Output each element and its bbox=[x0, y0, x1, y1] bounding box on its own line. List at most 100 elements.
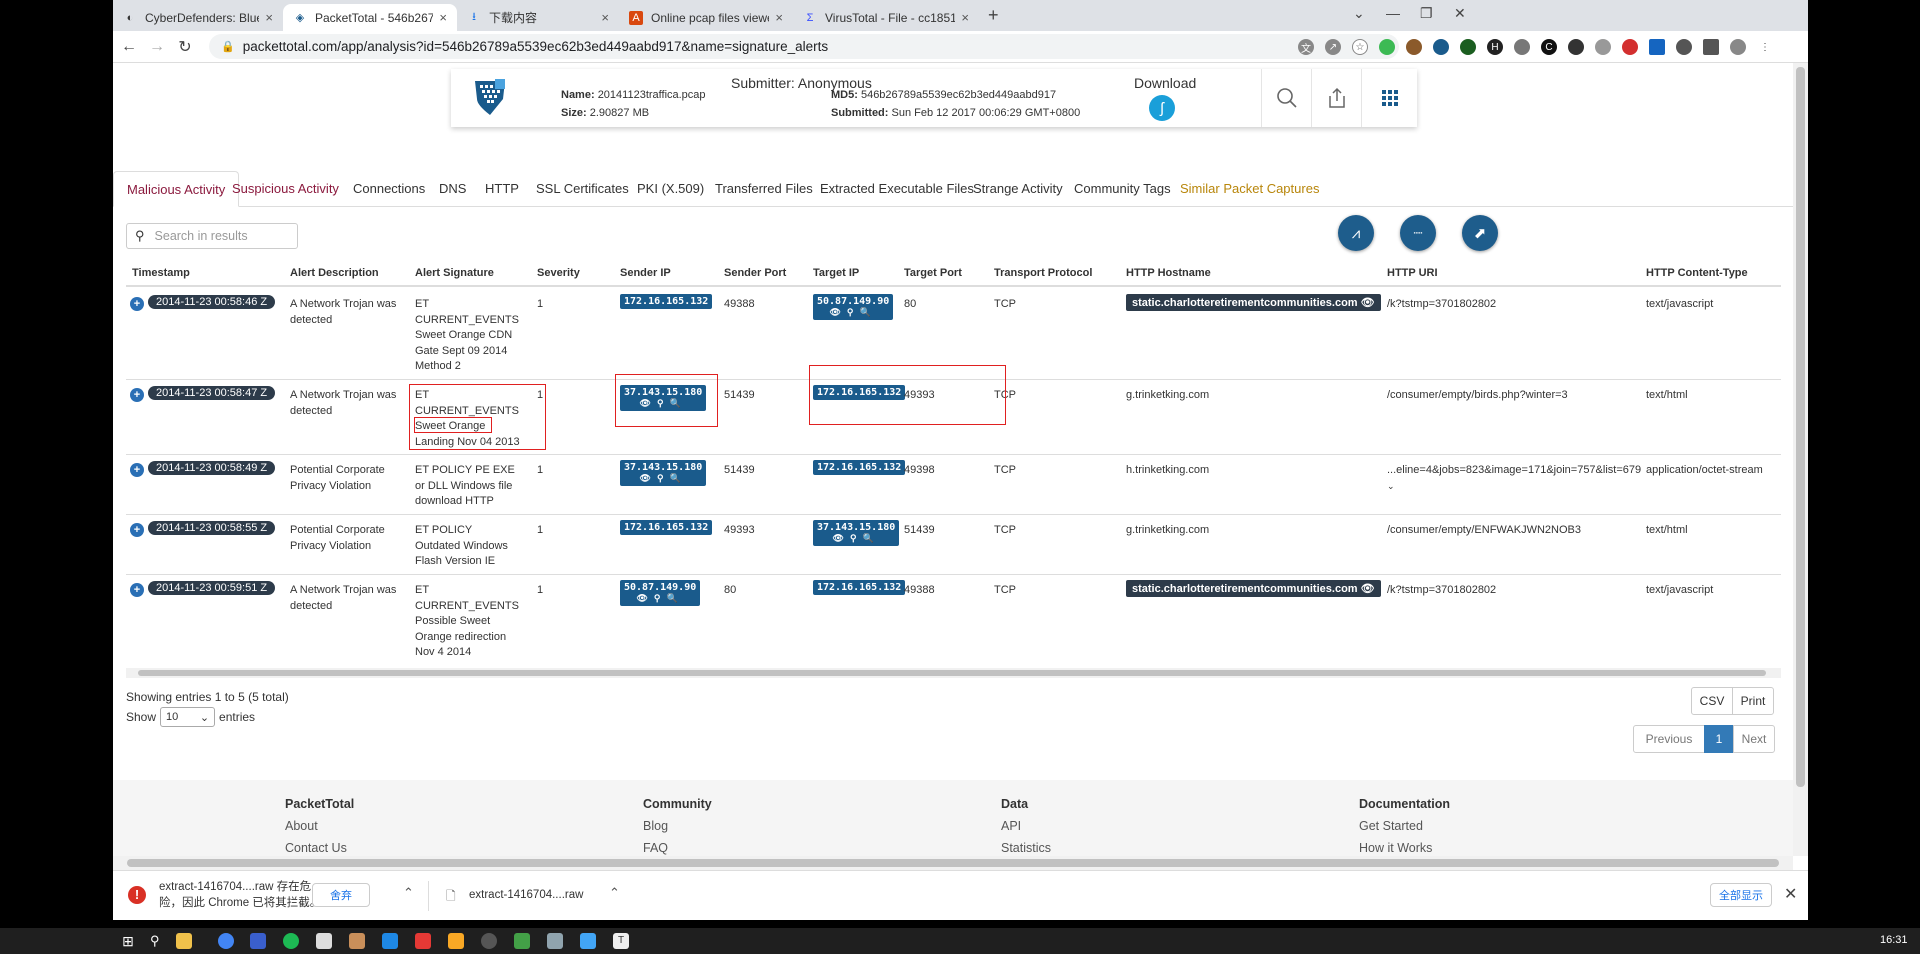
tab-connections[interactable]: Connections bbox=[340, 171, 438, 207]
windows-start-icon[interactable]: ⊞ bbox=[120, 933, 136, 949]
expand-row-icon[interactable]: + bbox=[130, 583, 144, 597]
browser-tab-packettotal[interactable]: ◈ PacketTotal - 546b26789a553 × bbox=[283, 4, 457, 31]
footer-link-faq[interactable]: FAQ bbox=[643, 841, 712, 855]
taskbar-grey-app-icon[interactable] bbox=[481, 933, 497, 949]
eye-icon[interactable]: 👁 bbox=[1361, 583, 1375, 595]
sender-ip-badge[interactable]: 172.16.165.132 bbox=[620, 520, 713, 535]
footer-link-about[interactable]: About bbox=[285, 819, 354, 833]
target-ip-badge[interactable]: 172.16.165.132 bbox=[813, 580, 906, 595]
taskbar-brown-app-icon[interactable] bbox=[349, 933, 365, 949]
footer-link-get-started[interactable]: Get Started bbox=[1359, 819, 1450, 833]
extension-green-icon[interactable] bbox=[1379, 39, 1395, 55]
col-transport-protocol[interactable]: Transport Protocol bbox=[994, 267, 1092, 279]
extension-red-icon[interactable] bbox=[1622, 39, 1638, 55]
taskbar-green-app-icon[interactable] bbox=[283, 933, 299, 949]
close-download-bar-icon[interactable]: ✕ bbox=[1784, 884, 1797, 904]
col-timestamp[interactable]: Timestamp bbox=[132, 267, 190, 279]
lock-icon[interactable]: 🔒 bbox=[221, 40, 235, 53]
table-scroll-thumb[interactable] bbox=[138, 670, 1766, 676]
tab-suspicious-activity[interactable]: Suspicious Activity bbox=[219, 171, 352, 207]
timeline-view-button[interactable]: ┈ bbox=[1400, 215, 1436, 251]
close-tab-icon[interactable]: × bbox=[601, 10, 609, 25]
search-results-input[interactable]: ⚲ Search in results bbox=[126, 223, 298, 249]
extension-c-icon[interactable]: C bbox=[1541, 39, 1557, 55]
tag-view-button[interactable]: ⬈ bbox=[1462, 215, 1498, 251]
minimize-button[interactable]: — bbox=[1386, 5, 1400, 21]
extension-bars-icon[interactable] bbox=[1649, 39, 1665, 55]
footer-link-statistics[interactable]: Statistics bbox=[1001, 841, 1051, 855]
sender-ip-badge[interactable]: 37.143.15.180 👁⚲🔍 bbox=[620, 460, 707, 486]
translate-icon[interactable]: 文 bbox=[1298, 39, 1314, 55]
col-target-ip[interactable]: Target IP bbox=[813, 267, 859, 279]
sender-ip-badge[interactable]: 50.87.149.90 👁⚲🔍 bbox=[620, 580, 701, 606]
tab-search-icon[interactable]: ⌄ bbox=[1353, 5, 1365, 22]
taskbar-blue-app-icon[interactable] bbox=[382, 933, 398, 949]
taskbar-search-icon[interactable]: ⚲ bbox=[150, 933, 166, 949]
col-sender-port[interactable]: Sender Port bbox=[724, 267, 786, 279]
forward-icon[interactable]: → bbox=[145, 38, 169, 56]
close-window-button[interactable]: ✕ bbox=[1454, 5, 1466, 22]
print-button[interactable]: Print bbox=[1732, 687, 1774, 715]
footer-link-blog[interactable]: Blog bbox=[643, 819, 712, 833]
footer-link-how-it-works[interactable]: How it Works bbox=[1359, 841, 1450, 855]
tab-strange-activity[interactable]: Strange Activity bbox=[960, 171, 1076, 207]
next-page-button[interactable]: Next bbox=[1733, 725, 1775, 753]
eye-icon[interactable]: 👁 bbox=[1361, 297, 1375, 309]
taskbar-app-icon[interactable] bbox=[250, 933, 266, 949]
previous-page-button[interactable]: Previous bbox=[1633, 725, 1705, 753]
csv-button[interactable]: CSV bbox=[1691, 687, 1733, 715]
new-tab-button[interactable]: + bbox=[988, 5, 999, 26]
page-vertical-scrollbar[interactable] bbox=[1793, 63, 1808, 856]
table-horizontal-scrollbar[interactable] bbox=[126, 668, 1781, 678]
extension-blue-icon[interactable] bbox=[1433, 39, 1449, 55]
expand-row-icon[interactable]: + bbox=[130, 388, 144, 402]
close-tab-icon[interactable]: × bbox=[775, 10, 783, 25]
search-button[interactable] bbox=[1261, 69, 1311, 127]
col-sender-ip[interactable]: Sender IP bbox=[620, 267, 671, 279]
footer-link-api[interactable]: API bbox=[1001, 819, 1051, 833]
col-http-uri[interactable]: HTTP URI bbox=[1387, 267, 1438, 279]
browser-tab-downloads[interactable]: ⭳ 下载内容 × bbox=[457, 4, 619, 31]
browser-tab-pcap-viewer[interactable]: A Online pcap files viewer fo × bbox=[619, 4, 793, 31]
taskbar-red-app-icon[interactable] bbox=[415, 933, 431, 949]
page-1-button[interactable]: 1 bbox=[1704, 725, 1734, 753]
sidepanel-icon[interactable] bbox=[1703, 39, 1719, 55]
expand-row-icon[interactable]: + bbox=[130, 297, 144, 311]
back-icon[interactable]: ← bbox=[117, 38, 141, 56]
col-alert-signature[interactable]: Alert Signature bbox=[415, 267, 494, 279]
extension-darkgreen-icon[interactable] bbox=[1460, 39, 1476, 55]
expand-row-icon[interactable]: + bbox=[130, 523, 144, 537]
extensions-puzzle-icon[interactable] bbox=[1676, 39, 1692, 55]
taskbar-yellow-app-icon[interactable] bbox=[448, 933, 464, 949]
tab-similar-captures[interactable]: Similar Packet Captures bbox=[1167, 171, 1332, 207]
ip-action-icons[interactable]: 👁⚲🔍 bbox=[817, 533, 895, 544]
expand-uri-icon[interactable]: ⌄ bbox=[1387, 481, 1395, 491]
target-ip-badge[interactable]: 37.143.15.180 👁⚲🔍 bbox=[813, 520, 900, 546]
taskbar-h-app-icon[interactable] bbox=[316, 933, 332, 949]
taskbar-terminal-icon[interactable] bbox=[547, 933, 563, 949]
sender-ip-badge[interactable]: 172.16.165.132 bbox=[620, 294, 713, 309]
target-ip-badge[interactable]: 172.16.165.132 bbox=[813, 460, 906, 475]
close-tab-icon[interactable]: × bbox=[439, 10, 447, 25]
col-target-port[interactable]: Target Port bbox=[904, 267, 962, 279]
share-icon[interactable]: ↗ bbox=[1325, 39, 1341, 55]
expand-row-icon[interactable]: + bbox=[130, 463, 144, 477]
page-size-select[interactable]: 10 ⌄ bbox=[160, 707, 216, 727]
chevron-up-icon[interactable]: ⌃ bbox=[609, 885, 620, 901]
taskbar-t-app-icon[interactable]: T bbox=[613, 933, 629, 949]
extension-grey-icon[interactable] bbox=[1514, 39, 1530, 55]
download-filename[interactable]: extract-1416704....raw bbox=[469, 889, 583, 901]
hostname-badge[interactable]: static.charlotteretirementcommunities.co… bbox=[1126, 580, 1381, 597]
browser-menu-icon[interactable]: ⋮ bbox=[1757, 39, 1773, 55]
show-all-button[interactable]: 全部显示 bbox=[1710, 883, 1772, 907]
download-pcap-icon[interactable]: ʃ bbox=[1149, 95, 1175, 121]
profile-avatar-icon[interactable] bbox=[1730, 39, 1746, 55]
discard-button[interactable]: 舍弃 bbox=[312, 883, 370, 907]
page-scroll-thumb[interactable] bbox=[1796, 67, 1805, 787]
target-ip-badge[interactable]: 50.87.149.90 👁⚲🔍 bbox=[813, 294, 894, 320]
close-tab-icon[interactable]: × bbox=[961, 10, 969, 25]
browser-tab-cyberdefenders[interactable]: ◐ CyberDefenders: BlueTeam C × bbox=[113, 4, 283, 31]
col-alert-description[interactable]: Alert Description bbox=[290, 267, 379, 279]
extension-circle-icon[interactable] bbox=[1595, 39, 1611, 55]
chevron-up-icon[interactable]: ⌃ bbox=[403, 885, 414, 901]
